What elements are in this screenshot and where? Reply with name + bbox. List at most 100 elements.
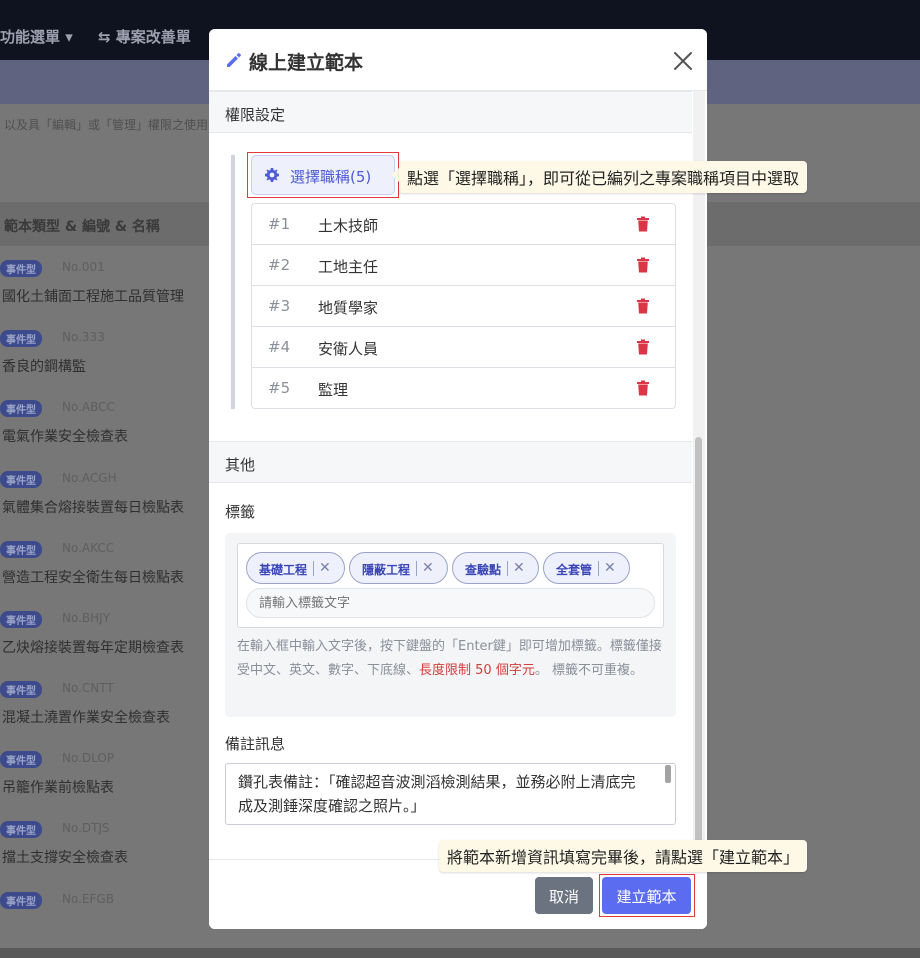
note-textarea[interactable]: 鑽孔表備註：「確認超音波測滔檢測結果，並務必附上清底完成及測錘深度確認之照片。」 [225, 763, 676, 825]
note-label: 備註訊息 [225, 735, 286, 753]
template-code: No.DTJS [62, 821, 110, 835]
background-table-row[interactable]: 事件型 No.CNTT 混凝土澆置作業安全檢查表 [0, 681, 210, 751]
template-type-badge: 事件型 [0, 611, 42, 628]
template-code: No.ABCC [62, 400, 115, 414]
background-table-row[interactable]: 事件型 No.AKCC 營造工程安全衛生每日檢點表 [0, 541, 210, 611]
role-row: #3 地質學家 [252, 286, 675, 327]
modal-title: 線上建立範本 [249, 52, 364, 74]
tag-help-text: 在輸入框中輸入文字後，按下鍵盤的「Enter鍵」即可增加標籤。標籤僅接受中文、英… [237, 635, 667, 683]
tag-label: 隱蔽工程 [362, 563, 411, 577]
tags-panel: 基礎工程 ✕ 隱蔽工程 ✕ 查驗點 ✕ 全套管 ✕ 請輸入標籤文字 在輸入框中輸… [225, 533, 676, 717]
tag-remove-icon[interactable]: ✕ [319, 560, 331, 576]
tag-chip: 查驗點 ✕ [452, 552, 539, 584]
role-index: #3 [268, 297, 291, 315]
trash-icon[interactable] [636, 257, 650, 273]
role-index: #2 [268, 256, 291, 274]
role-group-bar [231, 155, 235, 409]
background-footer [0, 948, 920, 958]
template-name: 氣體集合熔接裝置每日檢點表 [2, 500, 184, 516]
template-code: No.EFGB [62, 892, 114, 906]
trash-icon[interactable] [636, 339, 650, 355]
trash-icon[interactable] [636, 216, 650, 232]
background-table-row[interactable]: 事件型 No.ACGH 氣體集合熔接裝置每日檢點表 [0, 471, 210, 541]
nav-item-function-menu[interactable]: 功能選單 ▾ [0, 26, 73, 47]
tag-divider [313, 561, 314, 576]
role-name: 安衛人員 [318, 340, 379, 358]
template-name: 擋土支撐安全檢查表 [2, 850, 128, 866]
template-code: No.CNTT [62, 681, 114, 695]
cancel-button[interactable]: 取消 [535, 877, 593, 914]
trash-icon[interactable] [636, 380, 650, 396]
role-row: #1 土木技師 [252, 204, 675, 245]
template-code: No.AKCC [62, 541, 115, 555]
template-type-badge: 事件型 [0, 751, 42, 768]
background-table-row[interactable]: 事件型 No.DLOP 吊籠作業前檢點表 [0, 751, 210, 821]
background-table-row[interactable]: 事件型 No.BHJY 乙炔熔接裝置每年定期檢查表 [0, 611, 210, 681]
callout-select-role: 點選「選擇職稱」，即可從已編列之專案職稱項目中選取 [399, 161, 808, 193]
note-scrollbar-thumb[interactable] [665, 765, 671, 783]
tag-chip: 基礎工程 ✕ [246, 552, 345, 584]
table-header-label: 範本類型 & 編號 & 名稱 [4, 219, 160, 235]
template-name: 電氣作業安全檢查表 [2, 429, 128, 445]
role-name: 工地主任 [318, 258, 379, 276]
role-index: #1 [268, 215, 291, 233]
role-index: #5 [268, 379, 291, 397]
tags-box: 基礎工程 ✕ 隱蔽工程 ✕ 查驗點 ✕ 全套管 ✕ [237, 543, 664, 628]
close-icon[interactable] [669, 47, 697, 75]
background-table-row[interactable]: 事件型 No.ABCC 電氣作業安全檢查表 [0, 400, 210, 470]
modal-body: 權限設定 選擇職稱(5) #1 土木技師 #2 工地主任 #3 地質學家 #4 … [209, 91, 707, 859]
template-code: No.BHJY [62, 611, 111, 625]
template-type-badge: 事件型 [0, 260, 42, 277]
tag-help-limit: 長度限制 50 個字元 [419, 663, 535, 678]
role-row: #5 監理 [252, 368, 675, 408]
template-type-badge: 事件型 [0, 821, 42, 838]
other-section-header: 其他 [209, 441, 692, 483]
cancel-button-label: 取消 [548, 888, 579, 906]
template-name: 香良的鋼構監 [2, 359, 86, 375]
template-name: 乙炔熔接裝置每年定期檢查表 [2, 640, 184, 656]
nav-item-project-improvement[interactable]: ⇆ 專案改善單 [98, 26, 191, 47]
template-type-badge: 事件型 [0, 681, 42, 698]
tag-remove-icon[interactable]: ✕ [422, 560, 434, 576]
template-type-badge: 事件型 [0, 541, 42, 558]
template-type-badge: 事件型 [0, 400, 42, 417]
callout-create: 將範本新增資訊填寫完畢後，請點選「建立範本」 [439, 840, 808, 872]
modal-scrollbar-thumb[interactable] [695, 437, 702, 857]
permission-section-header: 權限設定 [209, 91, 692, 133]
background-table-row[interactable]: 事件型 No.001 國化土鋪面工程施工品質管理 [0, 260, 210, 330]
note-scrollbar[interactable] [663, 765, 673, 823]
modal-scrollbar[interactable] [693, 91, 705, 859]
role-list: #1 土木技師 #2 工地主任 #3 地質學家 #4 安衛人員 #5 監理 [251, 203, 676, 409]
tags-label: 標籤 [225, 503, 256, 521]
template-name: 吊籠作業前檢點表 [2, 780, 114, 796]
template-name: 國化土鋪面工程施工品質管理 [2, 289, 184, 305]
role-name: 監理 [318, 381, 349, 399]
background-notice: 以及具「編輯」或「管理」權限之使用者 [4, 118, 221, 132]
trash-icon[interactable] [636, 298, 650, 314]
template-type-badge: 事件型 [0, 471, 42, 488]
role-row: #4 安衛人員 [252, 327, 675, 368]
background-table-row[interactable]: 事件型 No.333 香良的鋼構監 [0, 330, 210, 400]
tag-label: 查驗點 [465, 563, 502, 577]
tag-remove-icon[interactable]: ✕ [513, 560, 525, 576]
tag-help-part2: 。 標籤不可重複。 [534, 663, 643, 678]
template-code: No.DLOP [62, 751, 115, 765]
tag-remove-icon[interactable]: ✕ [604, 560, 616, 576]
tag-chip: 隱蔽工程 ✕ [349, 552, 448, 584]
role-name: 土木技師 [318, 217, 379, 235]
tag-divider [507, 561, 508, 576]
permission-section-title: 權限設定 [225, 106, 286, 124]
modal-header: 線上建立範本 [209, 29, 707, 91]
tag-input[interactable] [246, 588, 655, 618]
template-name: 營造工程安全衛生每日檢點表 [2, 570, 184, 586]
tag-chip: 全套管 ✕ [543, 552, 630, 584]
tag-label: 基礎工程 [259, 563, 308, 577]
role-row: #2 工地主任 [252, 245, 675, 286]
template-code: No.001 [62, 260, 105, 274]
background-table-row[interactable]: 事件型 No.DTJS 擋土支撐安全檢查表 [0, 821, 210, 891]
pencil-icon [227, 53, 241, 67]
select-role-highlight-box [247, 152, 399, 198]
create-button-highlight-box [599, 874, 695, 917]
template-code: No.333 [62, 330, 105, 344]
tag-label: 全套管 [556, 563, 593, 577]
